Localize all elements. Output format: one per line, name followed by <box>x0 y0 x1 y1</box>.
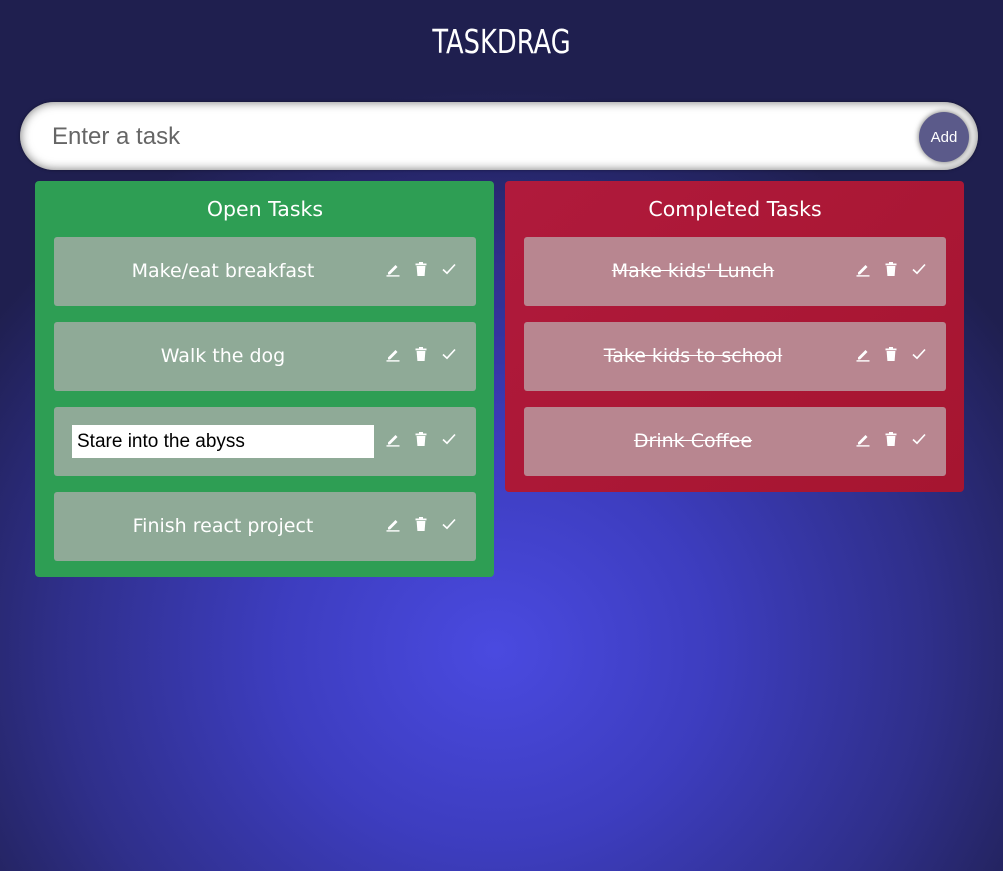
trash-icon[interactable] <box>413 516 429 532</box>
task-text: Walk the dog <box>160 345 286 367</box>
check-icon[interactable] <box>441 261 457 277</box>
completed-tasks-column: Completed Tasks Make kids' Lunch Take ki… <box>505 181 964 492</box>
task-actions <box>385 431 457 447</box>
trash-icon[interactable] <box>413 346 429 362</box>
task-actions <box>385 516 457 532</box>
task-card[interactable]: Walk the dog <box>54 322 476 391</box>
completed-tasks-title: Completed Tasks <box>648 197 822 221</box>
task-actions <box>855 431 927 447</box>
pencil-icon[interactable] <box>385 516 401 532</box>
trash-icon[interactable] <box>883 261 899 277</box>
add-button[interactable]: Add <box>919 112 969 162</box>
open-tasks-title: Open Tasks <box>206 197 324 221</box>
completed-task-card[interactable]: Take kids to school <box>524 322 946 391</box>
pencil-icon[interactable] <box>855 261 871 277</box>
task-actions <box>855 346 927 362</box>
check-icon[interactable] <box>911 346 927 362</box>
trash-icon[interactable] <box>883 431 899 447</box>
pencil-icon[interactable] <box>855 346 871 362</box>
task-card-editing[interactable] <box>54 407 476 476</box>
open-tasks-column: Open Tasks Make/eat breakfast Walk the d… <box>35 181 494 577</box>
check-icon[interactable] <box>441 431 457 447</box>
task-text: Make/eat breakfast <box>131 260 315 282</box>
task-input[interactable] <box>50 116 904 158</box>
task-text: Take kids to school <box>603 345 783 367</box>
task-text: Make kids' Lunch <box>611 260 775 282</box>
pencil-icon[interactable] <box>385 431 401 447</box>
completed-task-card[interactable]: Make kids' Lunch <box>524 237 946 306</box>
pencil-icon[interactable] <box>855 431 871 447</box>
check-icon[interactable] <box>441 346 457 362</box>
trash-icon[interactable] <box>413 431 429 447</box>
trash-icon[interactable] <box>413 261 429 277</box>
completed-task-card[interactable]: Drink Coffee <box>524 407 946 476</box>
task-card[interactable]: Finish react project <box>54 492 476 561</box>
task-actions <box>385 346 457 362</box>
pencil-icon[interactable] <box>385 261 401 277</box>
check-icon[interactable] <box>911 431 927 447</box>
task-text: Finish react project <box>132 515 314 537</box>
check-icon[interactable] <box>911 261 927 277</box>
task-edit-input[interactable] <box>72 425 374 458</box>
task-actions <box>855 261 927 277</box>
task-actions <box>385 261 457 277</box>
task-text: Drink Coffee <box>633 430 753 452</box>
check-icon[interactable] <box>441 516 457 532</box>
pencil-icon[interactable] <box>385 346 401 362</box>
task-card[interactable]: Make/eat breakfast <box>54 237 476 306</box>
new-task-bar: Add <box>20 102 978 170</box>
app-title: TASKDRAG <box>432 22 571 61</box>
trash-icon[interactable] <box>883 346 899 362</box>
